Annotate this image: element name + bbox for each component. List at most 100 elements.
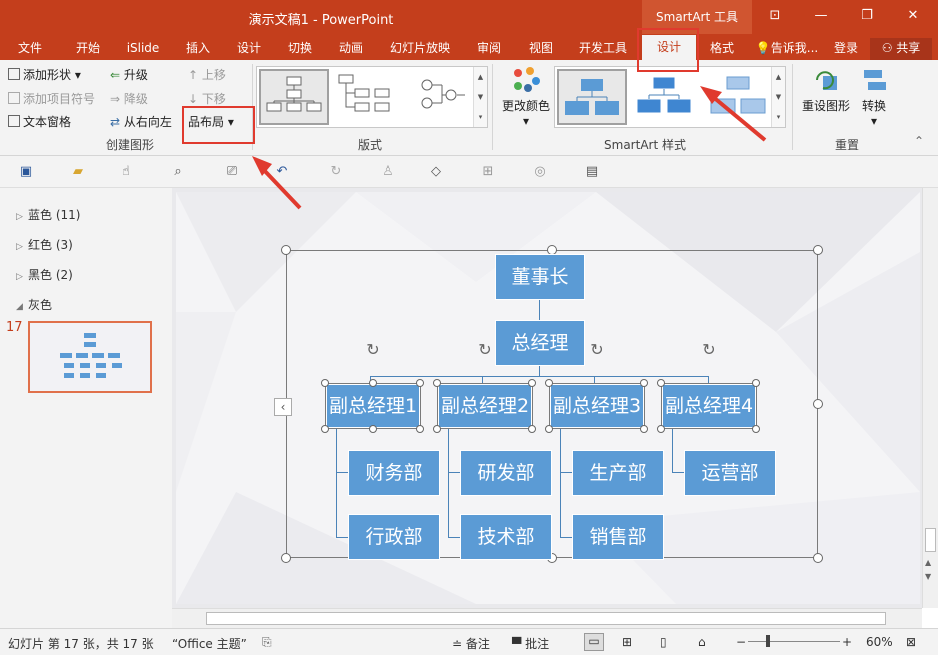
add-shape-button[interactable]: 添加形状 ▾ [8, 66, 81, 83]
node-deputy-manager-3[interactable]: 副总经理3 [549, 383, 645, 429]
smartart-styles-gallery[interactable]: ▲ ▼ ▾ [554, 66, 786, 128]
section-black[interactable]: ▷ 黑色 (2) [16, 266, 73, 283]
node-chairman[interactable]: 董事长 [495, 254, 585, 300]
demote-button[interactable]: ⇒ 降级 [110, 90, 148, 107]
sign-in-link[interactable]: 登录 [828, 38, 864, 60]
slide-sorter-icon[interactable]: ⊞ [622, 635, 632, 649]
rotate-handle-icon[interactable]: ↻ [475, 340, 495, 360]
style-option-white-outline[interactable] [631, 69, 701, 125]
undo-icon[interactable]: ↶ [272, 162, 292, 182]
resize-handle[interactable] [545, 379, 553, 387]
resize-handle[interactable] [752, 425, 760, 433]
layout-option-hierarchy[interactable] [333, 69, 403, 125]
resize-handle[interactable] [433, 379, 441, 387]
share-button[interactable]: ⚇ 共享 [870, 38, 932, 60]
layout-option-org-chart[interactable] [259, 69, 329, 125]
scrollbar-thumb[interactable] [925, 528, 936, 552]
vertical-scrollbar[interactable]: ▲ ▼ [922, 188, 938, 608]
layout-option-name-title[interactable] [407, 69, 477, 125]
accessibility-icon[interactable]: ⎘ [262, 635, 272, 650]
change-colors-button[interactable]: 更改颜色 ▾ [500, 66, 552, 128]
resize-handle[interactable] [528, 425, 536, 433]
merge-shapes-icon[interactable]: ◎ [530, 162, 550, 182]
shapes-icon[interactable]: ◇ [426, 162, 446, 182]
resize-handle[interactable] [416, 425, 424, 433]
comments-button[interactable]: ▀ 批注 [512, 635, 549, 652]
tab-developer[interactable]: 开发工具 [570, 38, 636, 60]
add-bullet-button[interactable]: 添加项目符号 [8, 90, 95, 107]
close-button[interactable]: ✕ [890, 0, 936, 34]
preview-icon[interactable]: ⌕ [168, 162, 188, 182]
tab-animations[interactable]: 动画 [328, 38, 374, 60]
node-production-dept[interactable]: 生产部 [572, 450, 664, 496]
style-option-simple-fill[interactable] [557, 69, 627, 125]
touch-mode-icon[interactable]: ☝ [116, 162, 136, 182]
resize-handle[interactable] [369, 425, 377, 433]
ribbon-display-options-button[interactable]: ⊡ [752, 0, 798, 34]
slide-editing-canvas[interactable]: ‹ 董事长 总经理 副总经理1 副总经理2 副总经理3 副总经理4 ↻ ↻ ↻ … [172, 188, 922, 608]
gallery-scroll[interactable]: ▲ ▼ ▾ [473, 67, 487, 127]
resize-handle[interactable] [640, 425, 648, 433]
node-deputy-manager-1[interactable]: 副总经理1 [325, 383, 421, 429]
tab-view[interactable]: 视图 [518, 38, 564, 60]
resize-handle[interactable] [416, 379, 424, 387]
promote-button[interactable]: ⇐ 升级 [110, 66, 148, 83]
node-operations-dept[interactable]: 运营部 [684, 450, 776, 496]
normal-view-icon[interactable]: ▭ [584, 633, 604, 651]
chevron-up-icon[interactable]: ▲ [925, 558, 931, 567]
format-painter-icon[interactable]: ♙ [378, 162, 398, 182]
zoom-slider-thumb[interactable] [766, 635, 770, 647]
slide[interactable]: ‹ 董事长 总经理 副总经理1 副总经理2 副总经理3 副总经理4 ↻ ↻ ↻ … [176, 192, 920, 604]
resize-handle[interactable] [321, 425, 329, 433]
section-red[interactable]: ▷ 红色 (3) [16, 236, 73, 253]
resize-handle[interactable] [752, 379, 760, 387]
resize-handle[interactable] [545, 425, 553, 433]
move-up-button[interactable]: ↑ 上移 [188, 66, 226, 83]
tab-islide[interactable]: iSlide [116, 38, 170, 60]
tab-file[interactable]: 文件 [6, 38, 54, 60]
node-tech-dept[interactable]: 技术部 [460, 514, 552, 560]
resize-handle[interactable] [813, 245, 823, 255]
scrollbar-thumb[interactable] [206, 612, 886, 625]
zoom-out-button[interactable]: − [736, 635, 746, 649]
right-to-left-button[interactable]: ⇄ 从右向左 [110, 113, 172, 130]
resize-handle[interactable] [813, 553, 823, 563]
zoom-level[interactable]: 60% [866, 635, 893, 649]
resize-handle[interactable] [321, 379, 329, 387]
node-general-manager[interactable]: 总经理 [495, 320, 585, 366]
node-deputy-manager-2[interactable]: 副总经理2 [437, 383, 533, 429]
collapse-ribbon-button[interactable]: ⌃ [914, 134, 924, 148]
layouts-gallery[interactable]: ▲ ▼ ▾ [256, 66, 488, 128]
text-pane-toggle[interactable]: ‹ [274, 398, 292, 416]
text-pane-button[interactable]: 文本窗格 [8, 113, 71, 130]
reading-view-icon[interactable]: ▯ [660, 635, 667, 649]
node-finance-dept[interactable]: 财务部 [348, 450, 440, 496]
resize-handle[interactable] [528, 379, 536, 387]
move-down-button[interactable]: ↓ 下移 [188, 90, 226, 107]
align-icon[interactable]: ⊞ [478, 162, 498, 182]
resize-handle[interactable] [433, 425, 441, 433]
redo-icon[interactable]: ↻ [326, 162, 346, 182]
zoom-slider[interactable] [748, 641, 840, 642]
resize-handle[interactable] [657, 425, 665, 433]
tab-design[interactable]: 设计 [226, 38, 272, 60]
chevron-down-icon[interactable]: ▼ [925, 572, 931, 581]
section-blue[interactable]: ▷ 蓝色 (11) [16, 206, 80, 223]
node-admin-dept[interactable]: 行政部 [348, 514, 440, 560]
resize-handle[interactable] [281, 245, 291, 255]
presenter-icon[interactable]: ⎚ [222, 162, 242, 182]
gallery-scroll[interactable]: ▲ ▼ ▾ [771, 67, 785, 127]
minimize-button[interactable]: — [798, 0, 844, 34]
slide-thumbnail[interactable] [28, 321, 152, 393]
zoom-in-button[interactable]: + [842, 635, 852, 649]
resize-handle[interactable] [281, 553, 291, 563]
save-icon[interactable]: ▣ [16, 162, 36, 182]
slideshow-view-icon[interactable]: ⌂ [698, 635, 706, 649]
resize-handle[interactable] [640, 379, 648, 387]
style-option-subtle[interactable] [705, 69, 775, 125]
tell-me-search[interactable]: 💡告诉我... [752, 38, 822, 60]
resize-handle[interactable] [813, 399, 823, 409]
tab-format[interactable]: 格式 [700, 38, 744, 60]
rotate-handle-icon[interactable]: ↻ [587, 340, 607, 360]
picture-icon[interactable]: ▤ [582, 162, 602, 182]
